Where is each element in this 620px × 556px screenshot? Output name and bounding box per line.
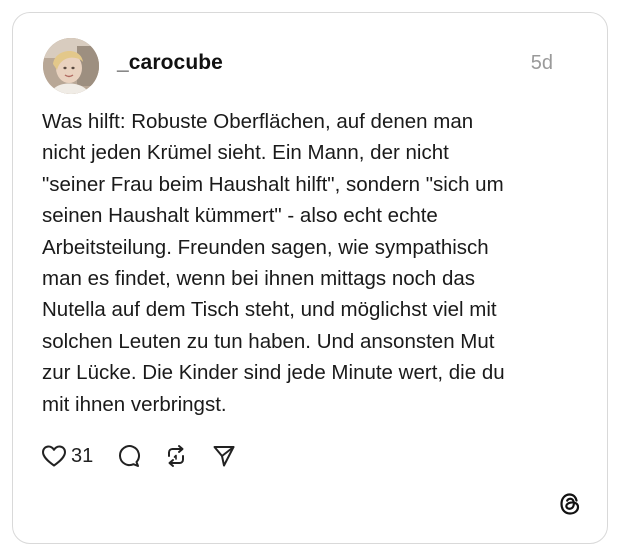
post-timestamp[interactable]: 5d bbox=[531, 52, 553, 75]
repost-button[interactable] bbox=[163, 443, 189, 469]
avatar-image bbox=[43, 38, 99, 94]
like-count: 31 bbox=[71, 444, 94, 467]
avatar[interactable] bbox=[43, 38, 99, 94]
post-card: _carocube 5d Was hilft: Robuste Oberfläc… bbox=[12, 12, 608, 544]
username[interactable]: _carocube bbox=[117, 51, 223, 75]
share-button[interactable] bbox=[211, 443, 237, 469]
post-text: Was hilft: Robuste Oberflächen, auf dene… bbox=[42, 110, 505, 416]
share-icon bbox=[211, 443, 237, 469]
post-actions: 31 bbox=[41, 441, 237, 471]
threads-logo-icon[interactable] bbox=[557, 491, 583, 517]
comment-icon bbox=[115, 443, 141, 469]
repost-icon bbox=[163, 443, 189, 469]
comment-button[interactable] bbox=[115, 443, 141, 469]
like-button[interactable]: 31 bbox=[41, 444, 93, 468]
heart-icon bbox=[41, 444, 67, 468]
